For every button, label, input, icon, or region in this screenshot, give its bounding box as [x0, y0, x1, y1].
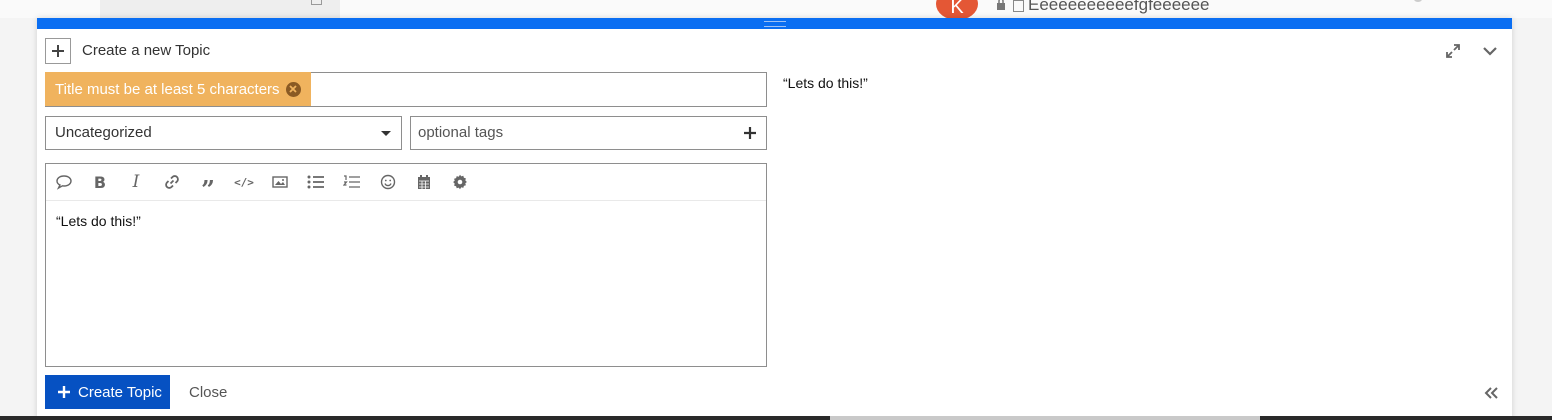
composer-resize-bar[interactable] [37, 18, 1512, 29]
composer-title: Create a new Topic [82, 42, 211, 59]
editor-toolbar: B I ” </> [46, 164, 766, 202]
background-card [100, 0, 340, 18]
lock-icon [997, 0, 1005, 10]
editor-body-text[interactable]: “Lets do this!” [56, 213, 141, 229]
gear-icon[interactable] [450, 172, 470, 192]
taskbar-segment [830, 416, 1260, 420]
bulleted-list-icon[interactable] [306, 172, 326, 192]
chevron-down-icon[interactable] [1481, 42, 1499, 60]
post-editor: B I ” </> “Lets do this!” [45, 163, 767, 367]
dismiss-error-icon[interactable] [285, 81, 301, 97]
composer-panel: Create a new Topic Title must be at leas… [37, 18, 1512, 420]
speech-bubble-icon[interactable] [54, 172, 74, 192]
preview-text: “Lets do this!” [783, 75, 868, 91]
expand-icon[interactable] [1444, 42, 1462, 60]
emoji-icon[interactable] [378, 172, 398, 192]
italic-icon[interactable]: I [126, 172, 146, 192]
double-chevron-left-icon[interactable] [1483, 385, 1499, 401]
quote-icon[interactable]: ” [198, 172, 218, 202]
title-error-tooltip: Title must be at least 5 characters [45, 72, 311, 106]
category-value: Uncategorized [55, 124, 152, 141]
link-icon[interactable] [162, 172, 182, 192]
background-topic-title[interactable]: Eeeeeeeeeeefgfeeeeee [1028, 0, 1210, 15]
category-dropdown[interactable]: Uncategorized [45, 116, 402, 150]
create-topic-label: Create Topic [78, 383, 162, 401]
image-icon[interactable] [270, 172, 290, 192]
title-error-text: Title must be at least 5 characters [55, 80, 280, 98]
caret-down-icon [381, 131, 391, 136]
taskbar-edge [0, 416, 1552, 420]
grip-handle-icon[interactable] [764, 21, 786, 27]
calendar-icon[interactable] [414, 172, 434, 192]
tags-placeholder: optional tags [418, 124, 504, 141]
create-topic-button[interactable]: Create Topic [45, 375, 170, 409]
plus-icon [744, 127, 756, 139]
numbered-list-icon[interactable] [342, 172, 362, 192]
bold-icon[interactable]: B [90, 172, 110, 192]
plus-icon [45, 38, 71, 64]
background-checkbox [311, 0, 322, 5]
code-icon[interactable]: </> [234, 172, 254, 192]
tags-input[interactable]: optional tags [410, 116, 767, 150]
square-icon [1013, 0, 1024, 12]
plus-icon [58, 386, 70, 398]
close-button[interactable]: Close [189, 384, 227, 401]
